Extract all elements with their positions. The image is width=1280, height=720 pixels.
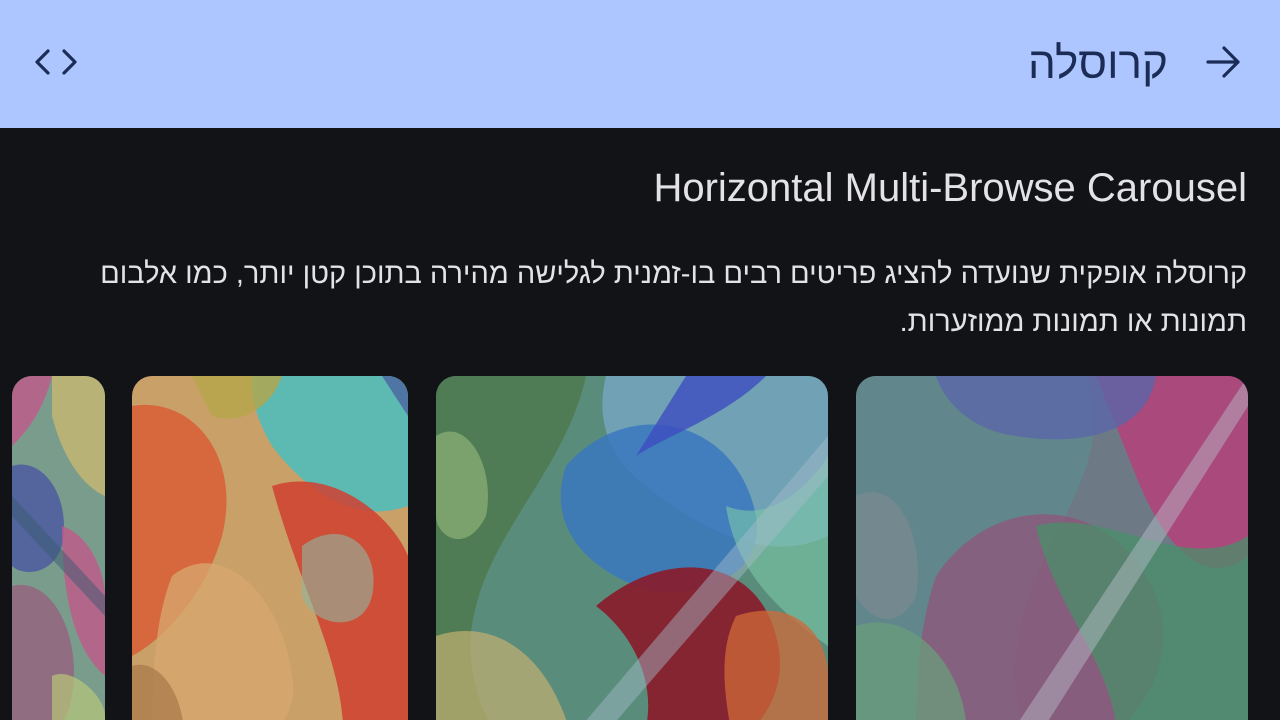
carousel-image (12, 376, 105, 720)
carousel-item-2[interactable] (436, 376, 828, 720)
carousel-item-3[interactable] (132, 376, 408, 720)
page-title: קרוסלה (1027, 39, 1168, 88)
arrow-forward-icon (1204, 42, 1244, 87)
carousel-image (436, 376, 828, 720)
carousel-image (132, 376, 408, 720)
section-heading: Horizontal Multi-Browse Carousel (653, 166, 1247, 210)
code-icon (34, 47, 78, 82)
carousel-item-4[interactable] (12, 376, 105, 720)
back-button[interactable] (1196, 36, 1252, 92)
carousel-image (856, 376, 1248, 720)
section-description: קרוסלה אופקית שנועדה להציג פריטים רבים ב… (100, 258, 1247, 338)
top-app-bar: קרוסלה (0, 0, 1280, 128)
app-screen: קרוסלה Horizontal Multi-Browse Carousel … (0, 0, 1280, 720)
view-code-button[interactable] (28, 36, 84, 92)
carousel-item-1[interactable] (856, 376, 1248, 720)
